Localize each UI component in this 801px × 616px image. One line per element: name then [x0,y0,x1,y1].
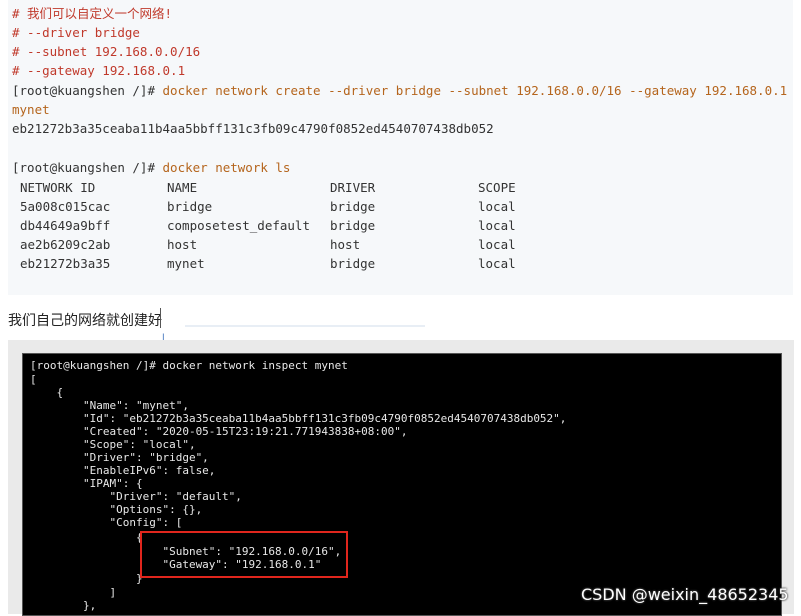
watermark: CSDN @weixin_48652345 [581,585,789,604]
shell-prompt: [root@kuangshen /]# [12,160,163,175]
terminal-line: "Name": "mynet", [30,399,189,412]
table-cell: host [330,237,361,252]
table-header-name: NAME [167,180,198,195]
text-cursor [160,308,161,328]
faint-line [185,325,425,327]
terminal-line: "Config": [ [30,516,183,529]
terminal-line: "IPAM": { [30,477,143,490]
terminal-line: { [30,386,64,399]
terminal-line: "Options": {}, [30,503,203,516]
table-cell: mynet [167,256,205,271]
command-line: [root@kuangshen /]# docker network creat… [12,83,787,99]
terminal-line: "Driver": "default", [30,490,242,503]
terminal-line: [ [30,373,37,386]
table-header-driver: DRIVER [330,180,376,195]
table-cell: 5a008c015cac [20,199,111,214]
command-line: [root@kuangshen /]# docker network ls [12,160,290,176]
terminal-line: } [30,572,143,585]
table-cell: host [167,237,198,252]
terminal-line: "Created": "2020-05-15T23:19:21.77194383… [30,425,408,438]
code-comment: # --driver bridge [12,25,140,40]
table-header-scope: SCOPE [478,180,516,195]
shell-command-continued: mynet [12,102,50,117]
table-cell: bridge [330,256,376,271]
table-cell: local [478,237,516,252]
terminal-line: ] [30,586,117,599]
table-cell: bridge [330,218,376,233]
table-cell: bridge [167,199,213,214]
body-paragraph: 我们自己的网络就创建好 [8,313,162,329]
table-cell: db44649a9bff [20,218,111,233]
code-comment: # --gateway 192.168.0.1 [12,63,186,78]
shell-command: docker network create --driver bridge --… [162,83,788,98]
table-cell: local [478,199,516,214]
terminal-line: "Driver": "bridge", [30,451,209,464]
table-cell: local [478,256,516,271]
table-cell: composetest_default [167,218,310,233]
table-cell: local [478,218,516,233]
shell-command: docker network ls [162,160,291,175]
terminal-line: "EnableIPv6": false, [30,464,216,477]
terminal-line: "Scope": "local", [30,438,196,451]
table-header-id: NETWORK ID [20,180,96,195]
code-comment: # 我们可以自定义一个网络! [12,6,173,21]
terminal-line: { [30,531,143,544]
table-cell: ae2b6209c2ab [20,237,111,252]
command-output: eb21272b3a35ceaba11b4aa5bbff131c3fb09c47… [12,121,494,136]
table-cell: eb21272b3a35 [20,256,111,271]
terminal-line: "Id": "eb21272b3a35ceaba11b4aa5bbff131c3… [30,412,567,425]
table-cell: bridge [330,199,376,214]
shell-prompt: [root@kuangshen /]# [12,83,163,98]
terminal-line: [root@kuangshen /]# docker network inspe… [30,359,348,372]
terminal-line: }, [30,599,97,612]
code-comment: # --subnet 192.168.0.0/16 [12,44,201,59]
highlight-box [140,531,348,578]
